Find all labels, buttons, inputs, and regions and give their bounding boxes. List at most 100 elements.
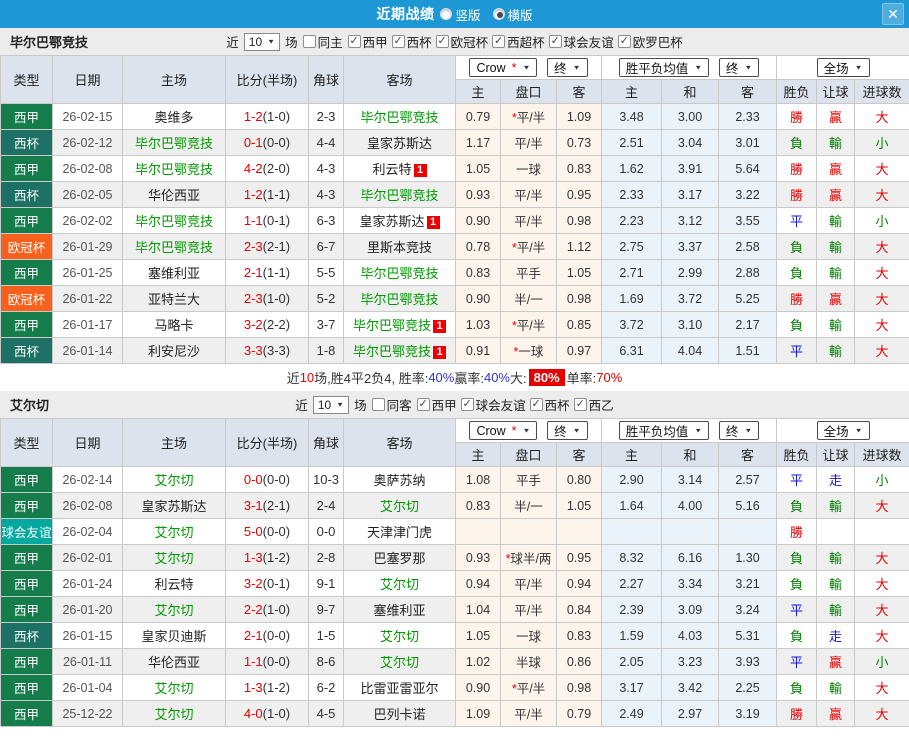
odds-time-select[interactable]: 终 ▼ bbox=[547, 58, 588, 77]
league-filter[interactable]: ✓ 球会友谊 bbox=[548, 32, 614, 51]
radio-horizontal-layout[interactable]: 横版 bbox=[492, 5, 533, 24]
scope-select[interactable]: 全场 ▼ bbox=[816, 421, 870, 440]
corner-cell: 2-8 bbox=[308, 544, 344, 571]
match-date: 26-02-15 bbox=[52, 103, 123, 130]
games-label: 场 bbox=[354, 399, 367, 413]
half-time-score: (1-2) bbox=[262, 680, 291, 695]
odds-home-cell: 0.90 bbox=[455, 285, 501, 312]
avg-home-cell: 3.72 bbox=[601, 311, 663, 338]
result-handicap-cell: 輸 bbox=[816, 259, 856, 286]
avg-dropdown-group: 胜平负均值 ▼ 终 ▼ bbox=[601, 418, 778, 443]
near-label: 近 bbox=[295, 399, 308, 413]
page-title: 近期战绩 bbox=[376, 6, 435, 22]
home-team-cell: 艾尔切 bbox=[122, 674, 226, 701]
table-row: 西甲 26-01-24 利云特 3-2(0-1) 9-1 艾尔切 0.94 平/半 0.94 2.… bbox=[0, 570, 909, 597]
radio-icon[interactable] bbox=[492, 8, 505, 20]
away-team-cell: 毕尔巴鄂竞技 bbox=[343, 103, 456, 130]
sub-header-avg-draw: 和 bbox=[661, 442, 720, 467]
avg-dropdown-group: 胜平负均值 ▼ 终 ▼ bbox=[601, 55, 778, 80]
avg-draw-cell: 3.91 bbox=[661, 155, 720, 182]
league-filter[interactable]: ✓ 欧罗巴杯 bbox=[617, 32, 683, 51]
col-header-corner: 角球 bbox=[308, 55, 344, 104]
away-team-cell: 塞维利亚 bbox=[343, 596, 456, 623]
checkbox-icon[interactable] bbox=[371, 398, 385, 411]
line-text: 平/半 bbox=[516, 319, 546, 333]
same-venue-filter[interactable]: 同客 bbox=[371, 395, 412, 414]
scope-select[interactable]: 全场 ▼ bbox=[816, 58, 870, 77]
home-team-cell: 艾尔切 bbox=[122, 518, 226, 545]
league-filter[interactable]: ✓ 西甲 bbox=[416, 395, 457, 414]
match-date: 26-01-29 bbox=[52, 233, 123, 260]
bookmaker-select[interactable]: Crow * ▼ bbox=[469, 421, 538, 440]
league-filter[interactable]: ✓ 西超杯 bbox=[492, 32, 545, 51]
checkbox-icon[interactable]: ✓ bbox=[435, 35, 449, 48]
odds-away-cell: 0.97 bbox=[555, 337, 603, 364]
radio-vertical-layout[interactable]: 竖版 bbox=[440, 5, 481, 24]
close-icon[interactable]: ✕ bbox=[882, 3, 904, 25]
odds-home-cell: 1.17 bbox=[455, 129, 501, 156]
odds-home-cell: 1.02 bbox=[455, 648, 501, 675]
chevron-down-icon: ▼ bbox=[744, 426, 753, 435]
match-type-cell: 西甲 bbox=[0, 700, 53, 727]
team-name-text: 艾尔切 bbox=[379, 655, 419, 670]
league-filter[interactable]: ✓ 西杯 bbox=[529, 395, 570, 414]
avg-time-select[interactable]: 终 ▼ bbox=[718, 421, 760, 440]
team-name-text: 艾尔切 bbox=[154, 603, 194, 618]
checkbox-icon[interactable] bbox=[302, 35, 316, 48]
match-date: 26-02-12 bbox=[52, 129, 123, 156]
league-filter[interactable]: ✓ 西甲 bbox=[347, 32, 388, 51]
team-name-text: 毕尔巴鄂竞技 bbox=[352, 318, 431, 333]
table-row: 西甲 25-12-22 艾尔切 4-0(1-0) 4-5 巴列卡诺 1.09 平/半 0.79 2… bbox=[0, 700, 909, 727]
avg-away-cell: 3.24 bbox=[718, 596, 778, 623]
odds-dropdown-group: Crow * ▼ 终 ▼ bbox=[454, 55, 603, 80]
odds-time-select[interactable]: 终 ▼ bbox=[547, 421, 588, 440]
same-venue-filter[interactable]: 同主 bbox=[302, 32, 343, 51]
match-type-cell: 西甲 bbox=[0, 492, 53, 519]
checkbox-icon[interactable]: ✓ bbox=[347, 35, 361, 48]
checkbox-icon[interactable]: ✓ bbox=[492, 35, 506, 48]
result-outcome-cell: 負 bbox=[776, 570, 818, 597]
matches-table: 类型 日期 主场 比分(半场) 角球 客场 Crow * ▼ 终 ▼ 胜平负均值 ▼ 终… bbox=[0, 418, 909, 727]
corner-cell: 2-3 bbox=[308, 103, 344, 130]
league-filter[interactable]: ✓ 西杯 bbox=[391, 32, 432, 51]
handicap-line-cell: *平/半 bbox=[500, 103, 557, 130]
team-name-text: 奥维多 bbox=[154, 110, 194, 125]
corner-cell: 3-7 bbox=[308, 311, 344, 338]
league-filter[interactable]: ✓ 欧冠杯 bbox=[435, 32, 488, 51]
match-type-cell: 西杯 bbox=[0, 129, 53, 156]
result-handicap-cell: 走 bbox=[816, 622, 856, 649]
avg-type-select[interactable]: 胜平负均值 ▼ bbox=[618, 421, 710, 440]
league-filter[interactable]: ✓ 球会友谊 bbox=[460, 395, 526, 414]
away-team-cell: 艾尔切 bbox=[343, 648, 456, 675]
handicap-line-cell bbox=[500, 518, 557, 545]
table-row: 欧冠杯 26-01-29 毕尔巴鄂竞技 2-3(2-1) 6-7 里斯本竞技 0.78 *平/… bbox=[0, 233, 909, 260]
checkbox-icon[interactable]: ✓ bbox=[617, 35, 631, 48]
odds-home-cell: 1.08 bbox=[455, 466, 501, 493]
bookmaker-select[interactable]: Crow * ▼ bbox=[469, 58, 538, 77]
away-team-cell: 毕尔巴鄂竞技 bbox=[343, 285, 456, 312]
checkbox-icon[interactable]: ✓ bbox=[573, 398, 587, 411]
team-name: 艾尔切 bbox=[10, 398, 50, 413]
match-count-select[interactable]: 10 ▼ bbox=[243, 32, 281, 51]
away-team-cell: 皇家苏斯达 1 bbox=[343, 207, 456, 234]
avg-time-select[interactable]: 终 ▼ bbox=[718, 58, 760, 77]
avg-type-select[interactable]: 胜平负均值 ▼ bbox=[618, 58, 710, 77]
checkbox-icon[interactable]: ✓ bbox=[529, 398, 543, 411]
half-time-score: (0-0) bbox=[262, 472, 291, 487]
match-count-select[interactable]: 10 ▼ bbox=[312, 395, 350, 414]
odds-home-cell: 0.83 bbox=[455, 492, 501, 519]
radio-icon[interactable] bbox=[440, 8, 453, 20]
result-handicap-cell: 贏 bbox=[816, 700, 856, 727]
corner-cell: 6-2 bbox=[308, 674, 344, 701]
avg-away-cell: 2.88 bbox=[718, 259, 778, 286]
match-date: 26-02-02 bbox=[52, 207, 123, 234]
odds-away-cell: 0.95 bbox=[555, 544, 603, 571]
checkbox-icon[interactable]: ✓ bbox=[391, 35, 405, 48]
half-time-score: (2-1) bbox=[262, 498, 291, 513]
checkbox-icon[interactable]: ✓ bbox=[416, 398, 430, 411]
full-time-score: 2-2 bbox=[243, 602, 263, 617]
checkbox-icon[interactable]: ✓ bbox=[460, 398, 474, 411]
league-filter[interactable]: ✓ 西乙 bbox=[573, 395, 614, 414]
team-name-text: 华伦西亚 bbox=[147, 655, 200, 670]
checkbox-icon[interactable]: ✓ bbox=[548, 35, 562, 48]
